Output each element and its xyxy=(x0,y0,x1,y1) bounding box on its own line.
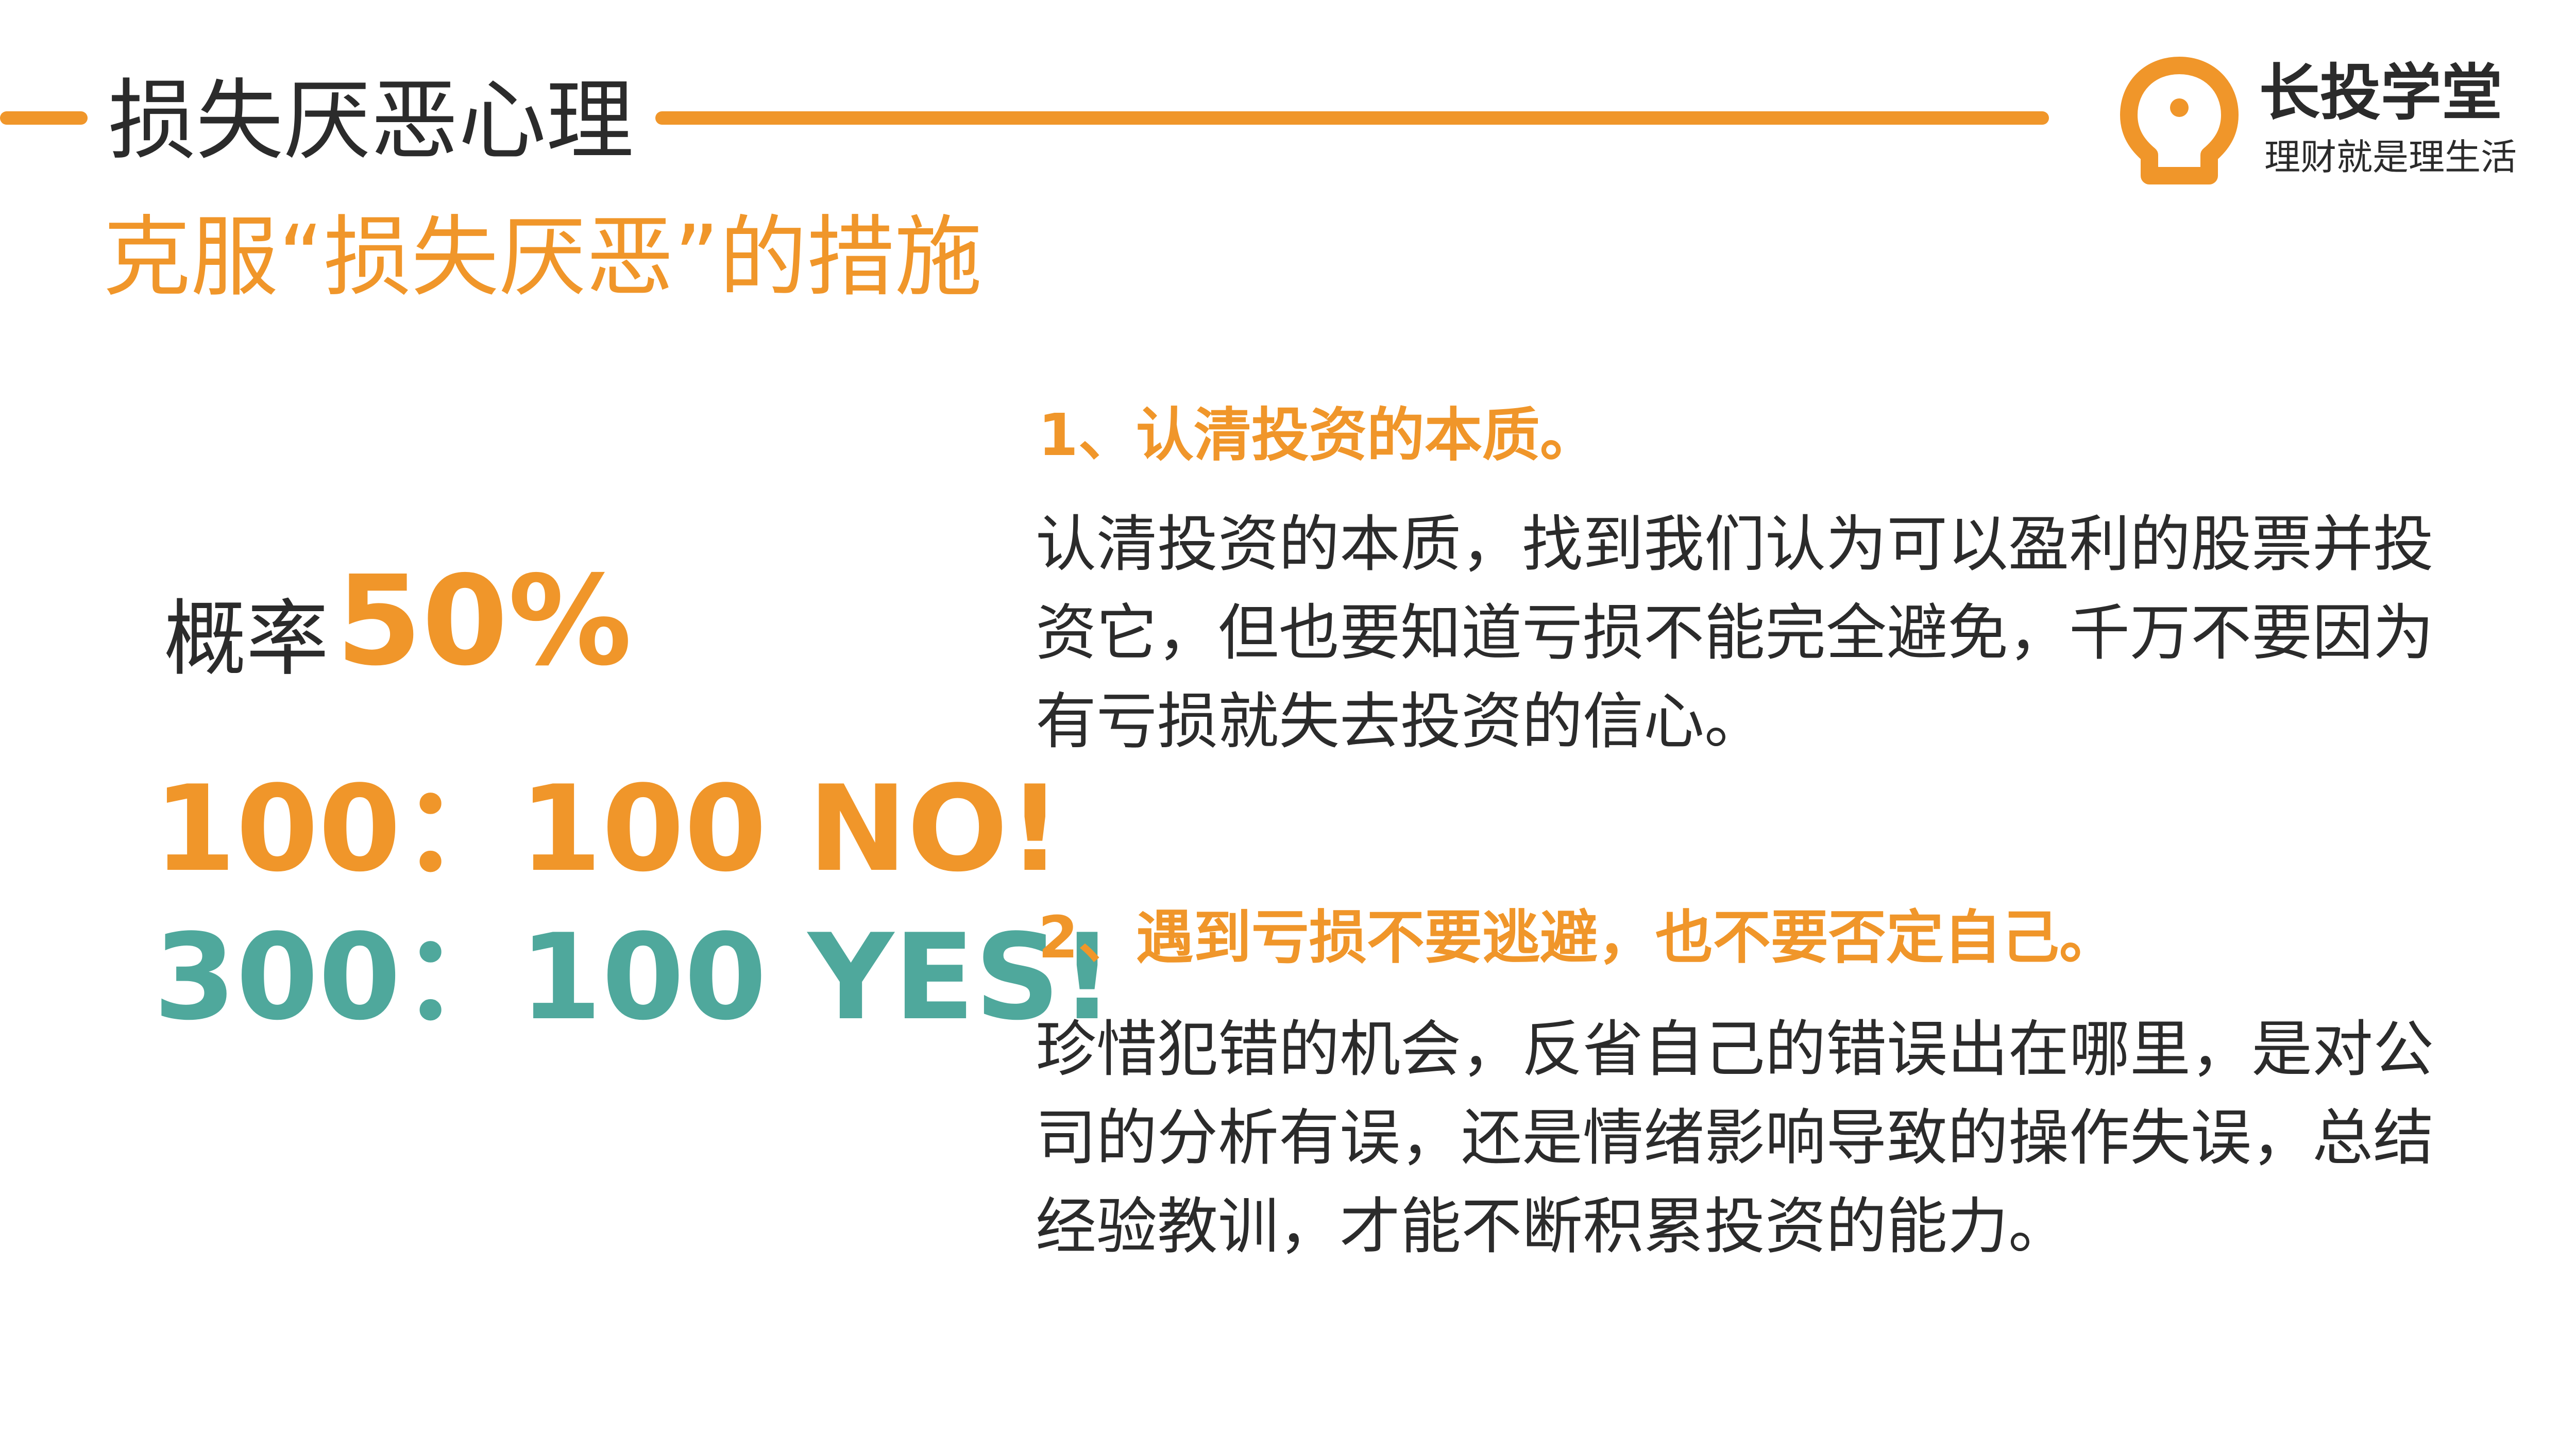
lightbulb-icon xyxy=(2117,54,2241,188)
logo-slogan: 理财就是理生活 xyxy=(2264,136,2517,178)
ratio-no: 100：100 NO! xyxy=(154,761,1062,898)
page-title: 损失厌恶心理 xyxy=(108,70,634,172)
point-heading-2: 2、遇到亏损不要逃避，也不要否定自己。 xyxy=(1038,904,2117,971)
ratio-yes: 300：100 YES! xyxy=(154,909,1114,1047)
logo-name: 长投学堂 xyxy=(2259,57,2503,128)
title-rule-left xyxy=(0,111,88,125)
page-subtitle: 克服“损失厌恶”的措施 xyxy=(103,207,982,309)
point-body-2: 珍惜犯错的机会，反省自己的错误出在哪里，是对公司的分析有误，还是情绪影响导致的操… xyxy=(1036,1014,2434,1262)
probability-value: 50% xyxy=(336,549,632,693)
probability-label: 概率 xyxy=(164,591,329,687)
point-heading-1: 1、认清投资的本质。 xyxy=(1038,402,1598,469)
point-body-1: 认清投资的本质，找到我们认为可以盈利的股票并投资它，但也要知道亏损不能完全避免，… xyxy=(1036,509,2434,757)
title-rule-right xyxy=(655,111,2049,125)
